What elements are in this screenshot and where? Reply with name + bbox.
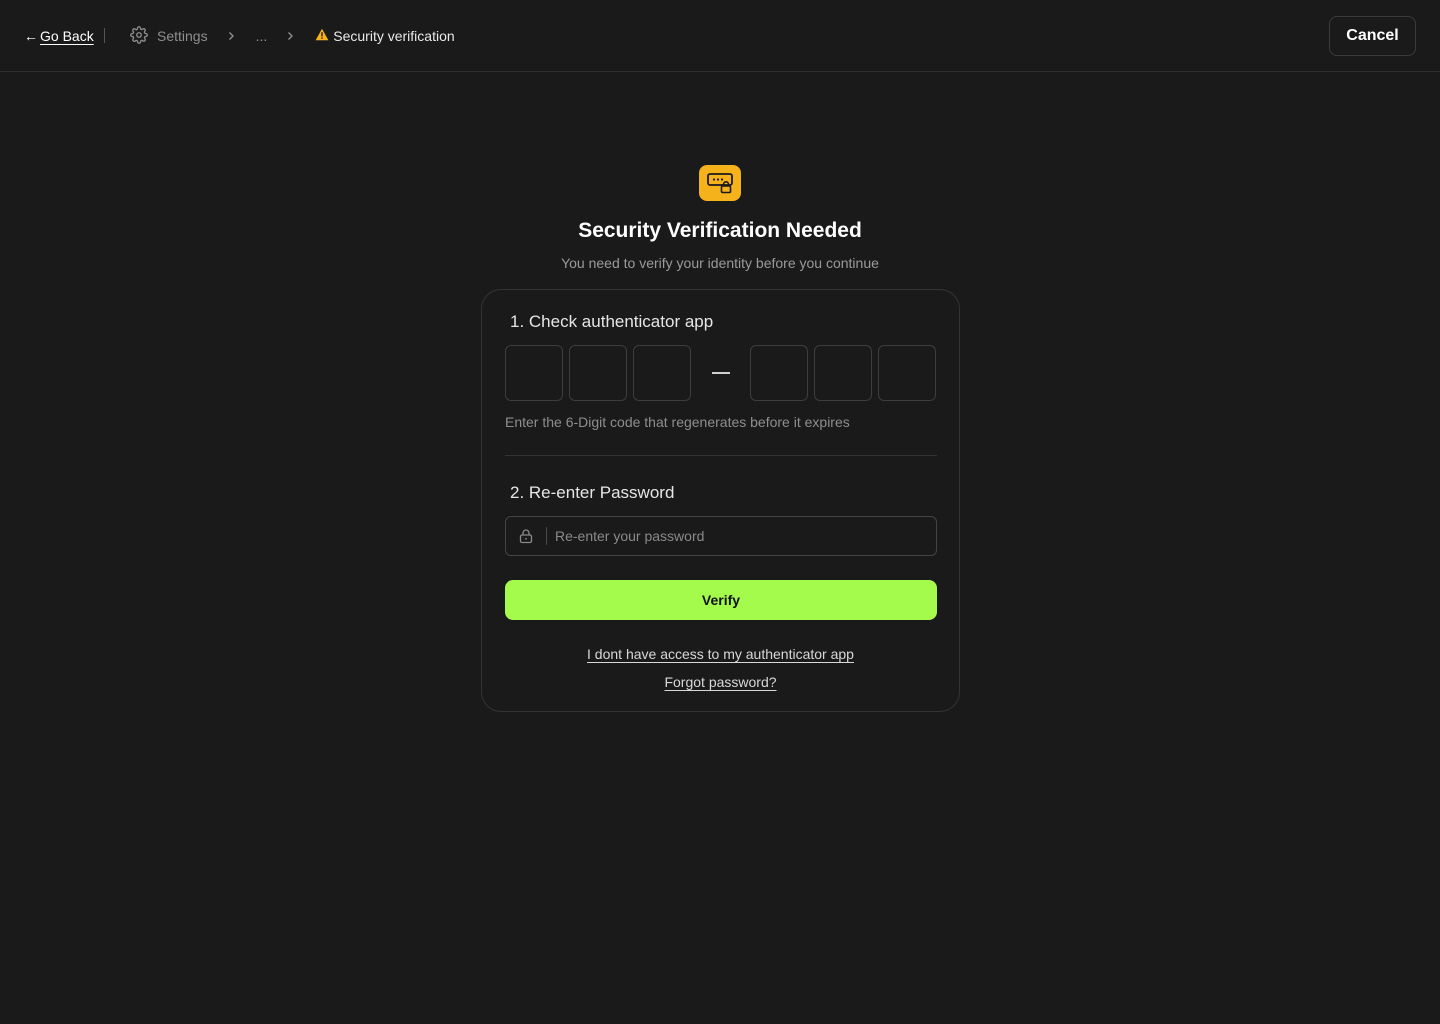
page-subtitle: You need to verify your identity before … (561, 255, 879, 271)
password-field (505, 516, 937, 556)
code-hint: Enter the 6-Digit code that regenerates … (505, 414, 850, 430)
breadcrumb-settings[interactable]: Settings (130, 25, 208, 47)
breadcrumb: Settings ... Security verification (130, 25, 455, 47)
step1-title: 1. Check authenticator app (510, 312, 714, 331)
page-title: Security Verification Needed (578, 219, 862, 242)
no-authenticator-access-link[interactable]: I dont have access to my authenticator a… (587, 646, 854, 662)
gear-icon (130, 25, 148, 47)
code-digit-6[interactable] (878, 345, 936, 401)
chevron-right-icon (285, 31, 295, 41)
step2-title: 2. Re-enter Password (510, 483, 675, 502)
code-digit-1[interactable] (505, 345, 563, 401)
breadcrumb-settings-label: Settings (157, 28, 208, 44)
breadcrumb-ellipsis[interactable]: ... (256, 28, 268, 44)
top-bar: ← Go Back Settings ... Security verifica… (0, 0, 1440, 72)
verification-card: 1. Check authenticator app Enter the 6-D… (481, 289, 960, 712)
topbar-divider (104, 28, 105, 43)
password-input[interactable] (547, 518, 936, 554)
cancel-button[interactable]: Cancel (1329, 16, 1416, 56)
code-digit-4[interactable] (750, 345, 808, 401)
forgot-password-link[interactable]: Forgot password? (664, 674, 776, 690)
verify-button[interactable]: Verify (505, 580, 937, 620)
forgot-password-link-row: Forgot password? (482, 674, 959, 690)
no-access-link-row: I dont have access to my authenticator a… (482, 646, 959, 662)
password-lock-icon (699, 165, 741, 201)
code-input-group (505, 345, 937, 401)
code-digit-5[interactable] (814, 345, 872, 401)
breadcrumb-current: Security verification (315, 28, 455, 44)
code-separator (712, 372, 730, 374)
code-digit-2[interactable] (569, 345, 627, 401)
lock-icon (506, 517, 546, 555)
breadcrumb-current-label: Security verification (333, 28, 455, 44)
go-back-button[interactable]: ← Go Back (24, 26, 94, 46)
go-back-label: Go Back (40, 28, 94, 44)
warning-triangle-icon (315, 28, 329, 44)
arrow-left-icon: ← (24, 28, 38, 44)
code-digit-3[interactable] (633, 345, 691, 401)
chevron-right-icon (226, 31, 236, 41)
section-divider (505, 455, 937, 456)
